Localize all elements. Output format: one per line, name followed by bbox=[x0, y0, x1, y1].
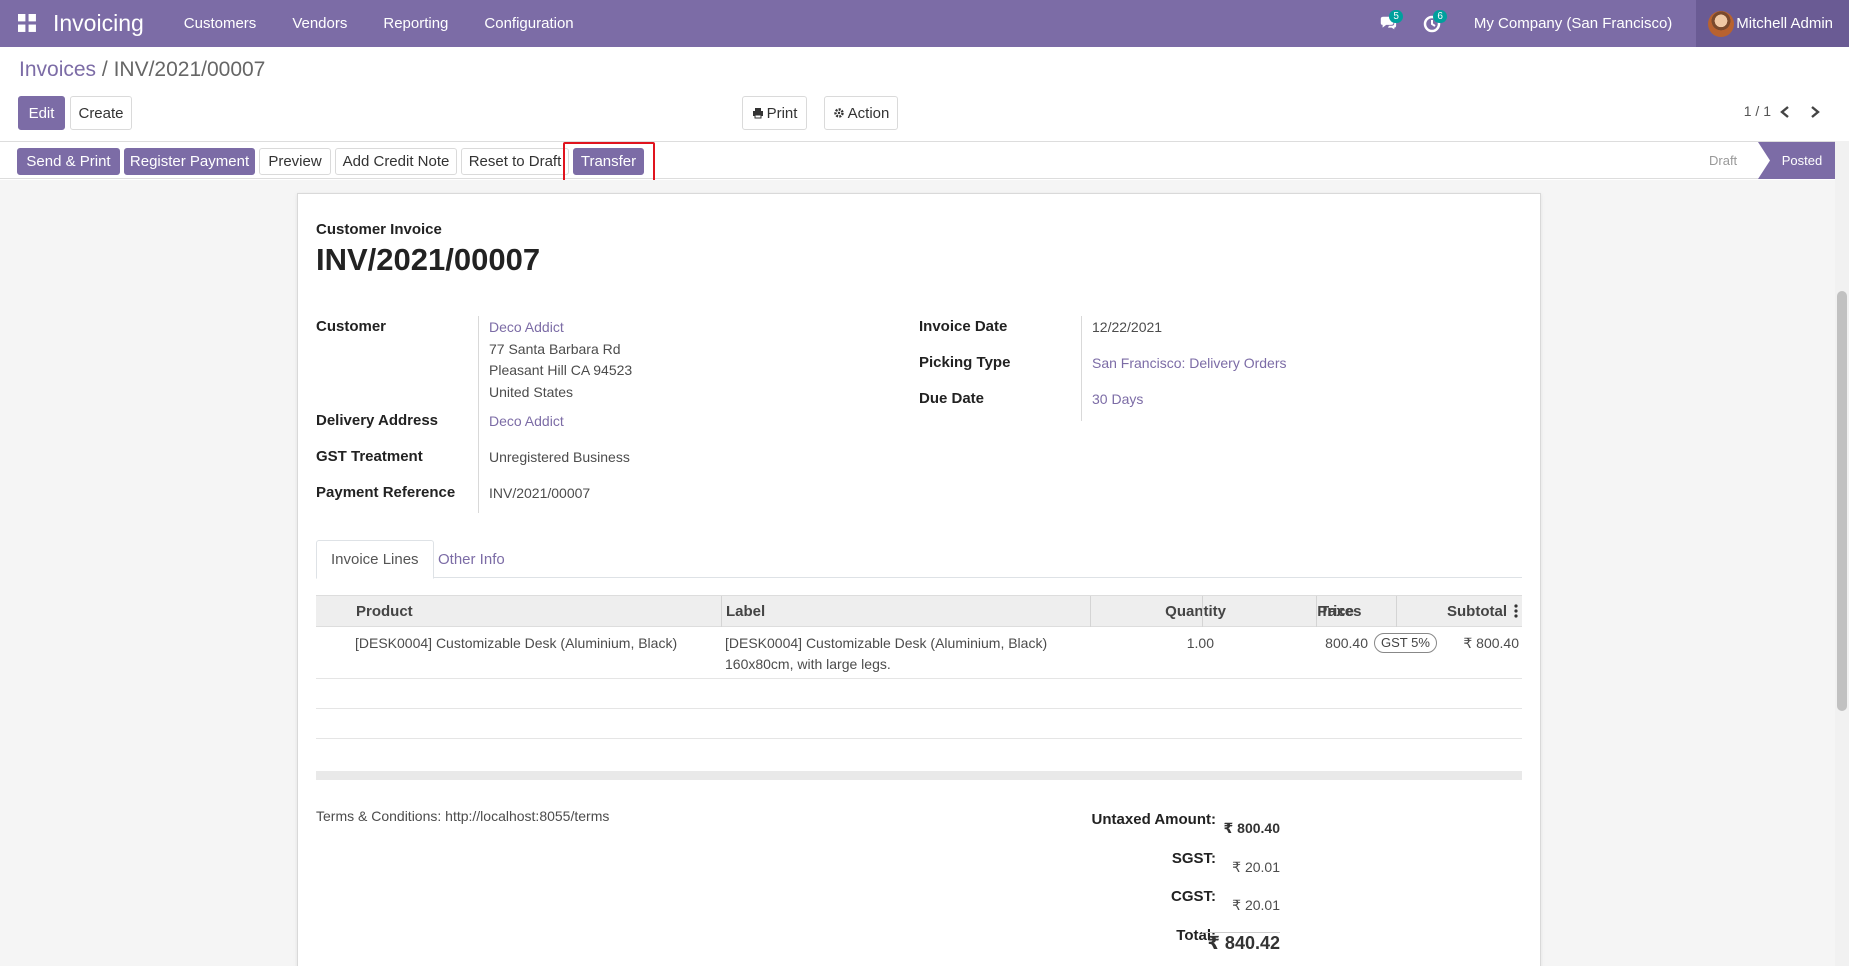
optional-columns-icon[interactable] bbox=[1514, 603, 1518, 619]
left-group-divider bbox=[478, 316, 479, 513]
reset-to-draft-button[interactable]: Reset to Draft bbox=[461, 148, 569, 175]
header-separator bbox=[1202, 596, 1203, 627]
messages-badge: 5 bbox=[1389, 10, 1403, 23]
row-quantity: 1.00 bbox=[1186, 635, 1214, 651]
action-label: Action bbox=[847, 104, 890, 122]
table-footer bbox=[316, 771, 1522, 780]
invoice-date-value: 12/22/2021 bbox=[1092, 319, 1163, 335]
print-label: Print bbox=[766, 104, 798, 122]
menu-vendors[interactable]: Vendors bbox=[292, 15, 347, 32]
header-product[interactable]: Product bbox=[356, 596, 413, 627]
top-navbar: Invoicing Customers Vendors Reporting Co… bbox=[0, 0, 1849, 47]
preview-button[interactable]: Preview bbox=[259, 148, 331, 175]
menu-customers[interactable]: Customers bbox=[184, 15, 257, 32]
edit-button[interactable]: Edit bbox=[18, 96, 65, 130]
breadcrumb-invoices[interactable]: Invoices bbox=[19, 58, 96, 81]
total-value: ₹ 840.42 bbox=[1202, 932, 1280, 954]
right-group-divider bbox=[1081, 316, 1082, 421]
due-date-label: Due Date bbox=[919, 390, 985, 407]
picking-type-label: Picking Type bbox=[919, 354, 1011, 371]
stage-posted[interactable]: Posted bbox=[1758, 142, 1836, 179]
header-separator bbox=[1316, 596, 1317, 627]
row-product: [DESK0004] Customizable Desk (Aluminium,… bbox=[355, 635, 678, 651]
table-header: Product Label Quantity Price Taxes Subto… bbox=[316, 595, 1522, 627]
due-date-value[interactable]: 30 Days bbox=[1092, 389, 1143, 410]
customer-label: Customer bbox=[316, 318, 387, 335]
transfer-highlight-box bbox=[563, 142, 655, 182]
customer-address-line2: Pleasant Hill CA 94523 bbox=[489, 362, 633, 378]
register-payment-button[interactable]: Register Payment bbox=[124, 148, 255, 175]
invoice-sheet: Customer Invoice INV/2021/00007 Customer… bbox=[297, 193, 1541, 966]
cgst-value: ₹ 20.01 bbox=[1232, 897, 1280, 913]
row-subtotal: ₹ 800.40 bbox=[1463, 635, 1519, 651]
add-credit-note-button[interactable]: Add Credit Note bbox=[335, 148, 457, 175]
header-separator bbox=[721, 596, 722, 627]
pager-next-icon[interactable] bbox=[1804, 100, 1826, 124]
gst-treatment-value: Unregistered Business bbox=[489, 449, 630, 465]
payment-reference-value: INV/2021/00007 bbox=[489, 485, 591, 501]
tab-other-info[interactable]: Other Info bbox=[424, 540, 519, 578]
print-button[interactable]: Print bbox=[742, 96, 807, 130]
terms-conditions: Terms & Conditions: http://localhost:805… bbox=[316, 808, 610, 824]
empty-row bbox=[316, 679, 1522, 709]
picking-type-link[interactable]: San Francisco: Delivery Orders bbox=[1092, 353, 1287, 374]
messages-icon[interactable]: 5 bbox=[1366, 0, 1410, 47]
notebook-tabs: Invoice Lines Other Info bbox=[316, 540, 1522, 579]
app-brand[interactable]: Invoicing bbox=[53, 10, 144, 37]
activities-icon[interactable]: 6 bbox=[1410, 0, 1454, 47]
empty-row bbox=[316, 709, 1522, 739]
delivery-address-link[interactable]: Deco Addict bbox=[489, 411, 564, 432]
customer-address-line1: 77 Santa Barbara Rd bbox=[489, 341, 621, 357]
table-row[interactable]: [DESK0004] Customizable Desk (Aluminium,… bbox=[316, 627, 1522, 679]
header-subtotal[interactable]: Subtotal bbox=[1396, 596, 1507, 627]
user-menu[interactable]: Mitchell Admin bbox=[1696, 0, 1849, 47]
sgst-value: ₹ 20.01 bbox=[1232, 859, 1280, 875]
user-name: Mitchell Admin bbox=[1736, 15, 1833, 32]
header-separator bbox=[1090, 596, 1091, 627]
breadcrumb-separator: / bbox=[96, 58, 114, 81]
header-label[interactable]: Label bbox=[726, 596, 765, 627]
header-taxes[interactable]: Taxes bbox=[1320, 596, 1361, 627]
gst-treatment-label: GST Treatment bbox=[316, 448, 423, 465]
row-price: 800.40 bbox=[1325, 635, 1368, 651]
invoice-date-label: Invoice Date bbox=[919, 318, 1008, 335]
status-bar: Send & Print Register Payment Preview Ad… bbox=[0, 141, 1849, 179]
menu-reporting[interactable]: Reporting bbox=[383, 15, 448, 32]
payment-reference-label: Payment Reference bbox=[316, 484, 456, 501]
breadcrumb: Invoices / INV/2021/00007 bbox=[19, 58, 265, 82]
row-label-line1: [DESK0004] Customizable Desk (Aluminium,… bbox=[725, 635, 1048, 651]
invoice-number: INV/2021/00007 bbox=[316, 242, 541, 277]
activities-badge: 6 bbox=[1433, 10, 1447, 23]
print-icon bbox=[752, 108, 763, 119]
avatar bbox=[1708, 10, 1735, 37]
pager-previous-icon[interactable] bbox=[1774, 100, 1796, 124]
row-label-line2: 160x80cm, with large legs. bbox=[725, 656, 891, 672]
create-button[interactable]: Create bbox=[70, 96, 132, 130]
company-switcher[interactable]: My Company (San Francisco) bbox=[1474, 15, 1672, 32]
scrollbar-thumb[interactable] bbox=[1837, 291, 1847, 711]
customer-link[interactable]: Deco Addict bbox=[489, 317, 564, 338]
action-button[interactable]: Action bbox=[824, 96, 898, 130]
send-print-button[interactable]: Send & Print bbox=[17, 148, 120, 175]
breadcrumb-current: INV/2021/00007 bbox=[113, 58, 266, 81]
tab-invoice-lines[interactable]: Invoice Lines bbox=[316, 540, 434, 579]
invoice-lines-table: Product Label Quantity Price Taxes Subto… bbox=[316, 595, 1522, 739]
untaxed-amount-value: ₹ 800.40 bbox=[1223, 820, 1280, 836]
pager-value[interactable]: 1 / 1 bbox=[1744, 103, 1771, 119]
header-quantity[interactable]: Quantity bbox=[1126, 596, 1226, 627]
gear-icon bbox=[833, 108, 844, 118]
stage-draft[interactable]: Draft bbox=[1709, 142, 1769, 179]
invoice-type: Customer Invoice bbox=[316, 221, 442, 238]
apps-menu-icon[interactable] bbox=[0, 0, 54, 47]
menu-configuration[interactable]: Configuration bbox=[484, 15, 573, 32]
vertical-scrollbar[interactable] bbox=[1835, 141, 1849, 966]
customer-country: United States bbox=[489, 384, 574, 400]
total-label: Total: bbox=[1176, 927, 1216, 944]
delivery-address-label: Delivery Address bbox=[316, 412, 439, 429]
